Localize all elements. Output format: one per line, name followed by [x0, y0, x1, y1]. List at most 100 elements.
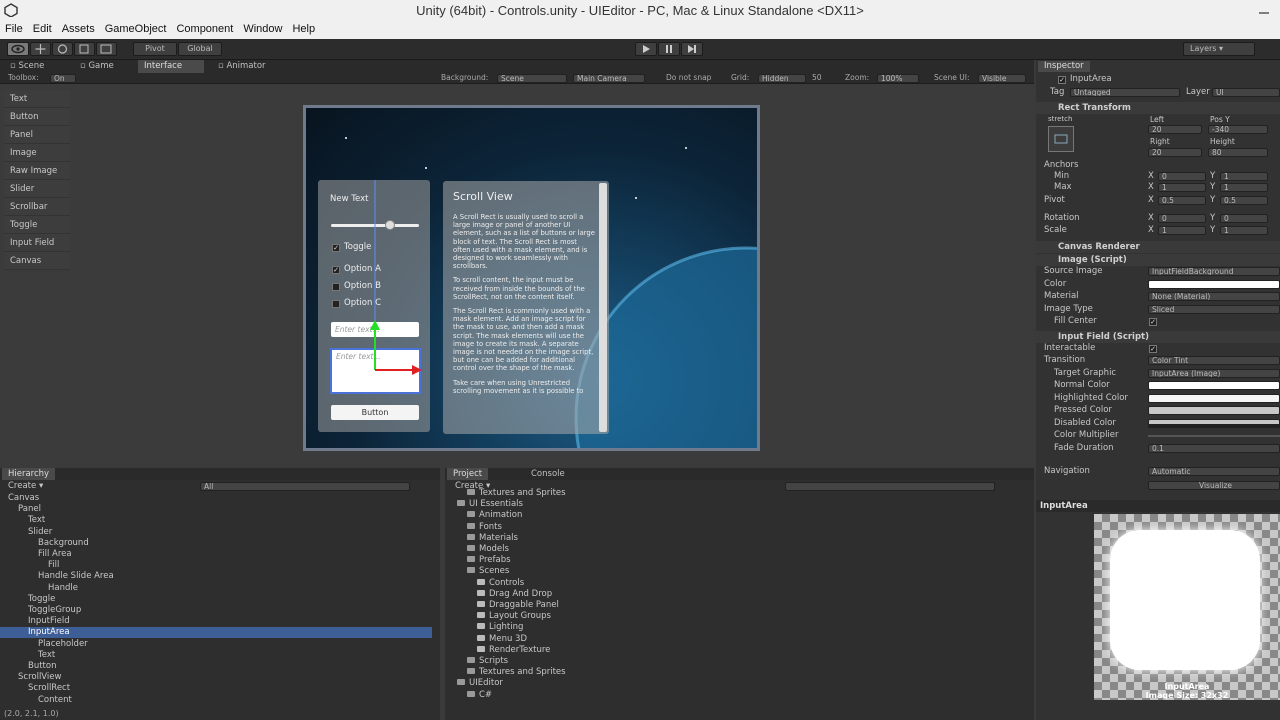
disabled-color-swatch[interactable] [1148, 419, 1280, 428]
scale-y[interactable]: 1 [1220, 226, 1268, 235]
background-dropdown[interactable]: Scene [497, 74, 567, 83]
anchor-preset-button[interactable] [1048, 126, 1074, 152]
move-tool-button[interactable] [30, 42, 51, 56]
hierarchy-item[interactable]: Panel [0, 504, 432, 515]
hierarchy-create-button[interactable]: Create ▾ [8, 481, 43, 492]
anchors-min-y[interactable]: 1 [1220, 172, 1268, 181]
menu-file[interactable]: File [0, 22, 28, 37]
height-field[interactable]: 80 [1208, 148, 1268, 157]
hierarchy-item[interactable]: Handle Slide Area [0, 571, 432, 582]
anchors-max-x[interactable]: 1 [1158, 183, 1206, 192]
minimize-button[interactable] [1256, 3, 1272, 17]
layers-dropdown[interactable]: Layers ▾ [1183, 42, 1255, 56]
scroll-view[interactable]: Scroll View A Scroll Rect is usually use… [443, 181, 609, 434]
hierarchy-item[interactable]: Fill [0, 560, 432, 571]
project-item[interactable]: Animation [445, 510, 1025, 521]
project-item[interactable]: Drag And Drop [445, 589, 1025, 600]
toggle-checkbox[interactable]: ✓ [332, 244, 340, 252]
image-type-dropdown[interactable]: Sliced [1148, 305, 1280, 314]
tag-dropdown[interactable]: Untagged [1070, 88, 1180, 97]
option-a-checkbox[interactable]: ✓ [332, 266, 340, 274]
navigation-dropdown[interactable]: Automatic [1148, 467, 1280, 476]
visualize-button[interactable]: Visualize [1148, 481, 1280, 490]
project-item[interactable]: RenderTexture [445, 645, 1025, 656]
project-item[interactable]: Scenes [445, 566, 1025, 577]
menu-help[interactable]: Help [287, 22, 320, 37]
project-item[interactable]: Lighting [445, 622, 1025, 633]
project-item[interactable]: Menu 3D [445, 634, 1025, 645]
project-item[interactable]: C# [445, 690, 1025, 701]
menu-component[interactable]: Component [171, 22, 238, 37]
menu-window[interactable]: Window [238, 22, 287, 37]
hierarchy-item[interactable]: ScrollView [0, 672, 432, 683]
hierarchy-item[interactable]: Placeholder [0, 639, 432, 650]
project-item[interactable]: UI Essentials [445, 499, 1025, 510]
posy-field[interactable]: -340 [1208, 125, 1268, 134]
hierarchy-search-input[interactable]: All [200, 482, 410, 491]
hierarchy-item[interactable]: Handle [0, 583, 432, 594]
tab-scene[interactable]: ▫ Scene [4, 60, 50, 73]
scroll-view-scrollbar[interactable] [599, 183, 607, 432]
pivot-x[interactable]: 0.5 [1158, 196, 1206, 205]
project-item[interactable]: Fonts [445, 522, 1025, 533]
fade-duration-field[interactable]: 0.1 [1148, 444, 1280, 453]
pause-button[interactable] [658, 42, 680, 56]
move-gizmo[interactable] [368, 180, 428, 380]
pressed-color-swatch[interactable] [1148, 406, 1280, 415]
project-item[interactable]: Models [445, 544, 1025, 555]
snap-dropdown[interactable]: Do not snap [666, 73, 711, 83]
palette-slider[interactable]: Slider [4, 180, 70, 198]
color-swatch[interactable] [1148, 280, 1280, 289]
step-button[interactable] [681, 42, 703, 56]
project-item[interactable]: Textures and Sprites [445, 488, 1025, 499]
rotate-tool-button[interactable] [52, 42, 73, 56]
hierarchy-item[interactable]: ScrollRect [0, 683, 432, 694]
hierarchy-item[interactable]: Text [0, 650, 432, 661]
project-item[interactable]: UIEditor [445, 678, 1025, 689]
tab-interface[interactable]: Interface [138, 60, 204, 73]
rotation-x[interactable]: 0 [1158, 214, 1206, 223]
grid-dropdown[interactable]: Hidden [758, 74, 806, 83]
left-field[interactable]: 20 [1148, 125, 1202, 134]
hierarchy-item[interactable]: Slider [0, 527, 432, 538]
rect-transform-header[interactable]: Rect Transform [1036, 102, 1280, 114]
material-field[interactable]: None (Material) [1148, 292, 1280, 301]
project-item[interactable]: Controls [445, 578, 1025, 589]
option-b-checkbox[interactable] [332, 283, 340, 291]
palette-input-field[interactable]: Input Field [4, 234, 70, 252]
ui-button[interactable]: Button [331, 405, 419, 420]
camera-field[interactable]: Main Camera [573, 74, 645, 83]
tab-game[interactable]: ▫ Game [74, 60, 120, 73]
canvas-renderer-header[interactable]: Canvas Renderer [1036, 241, 1280, 253]
tab-console[interactable]: Console [525, 468, 571, 480]
toolbox-dropdown[interactable]: On [50, 74, 76, 83]
interactable-checkbox[interactable]: ✓ [1149, 345, 1157, 353]
target-graphic-field[interactable]: InputArea (Image) [1148, 369, 1280, 378]
palette-toggle[interactable]: Toggle [4, 216, 70, 234]
pivot-toggle[interactable]: Pivot [133, 42, 177, 56]
fill-center-checkbox[interactable]: ✓ [1149, 318, 1157, 326]
rotation-y[interactable]: 0 [1220, 214, 1268, 223]
scale-tool-button[interactable] [74, 42, 95, 56]
layer-dropdown[interactable]: UI [1212, 88, 1280, 97]
grid-number[interactable]: 50 [812, 73, 822, 83]
anchors-max-y[interactable]: 1 [1220, 183, 1268, 192]
anchors-min-x[interactable]: 0 [1158, 172, 1206, 181]
scale-x[interactable]: 1 [1158, 226, 1206, 235]
tab-hierarchy[interactable]: Hierarchy [2, 468, 56, 480]
hierarchy-item[interactable]: Text [0, 515, 432, 526]
tab-animator[interactable]: ▫ Animator [212, 60, 272, 73]
option-c-checkbox[interactable] [332, 300, 340, 308]
project-item[interactable]: Textures and Sprites [445, 667, 1025, 678]
palette-text[interactable]: Text [4, 90, 70, 108]
input-field-header[interactable]: Input Field (Script) [1036, 331, 1280, 343]
palette-image[interactable]: Image [4, 144, 70, 162]
object-name[interactable]: InputArea [1070, 74, 1112, 85]
object-active-checkbox[interactable]: ✓ [1058, 76, 1066, 84]
hierarchy-item[interactable]: Content [0, 695, 432, 706]
palette-button[interactable]: Button [4, 108, 70, 126]
right-field[interactable]: 20 [1148, 148, 1202, 157]
transition-dropdown[interactable]: Color Tint [1148, 356, 1280, 365]
tab-project[interactable]: Project [447, 468, 489, 480]
project-item[interactable]: Scripts [445, 656, 1025, 667]
